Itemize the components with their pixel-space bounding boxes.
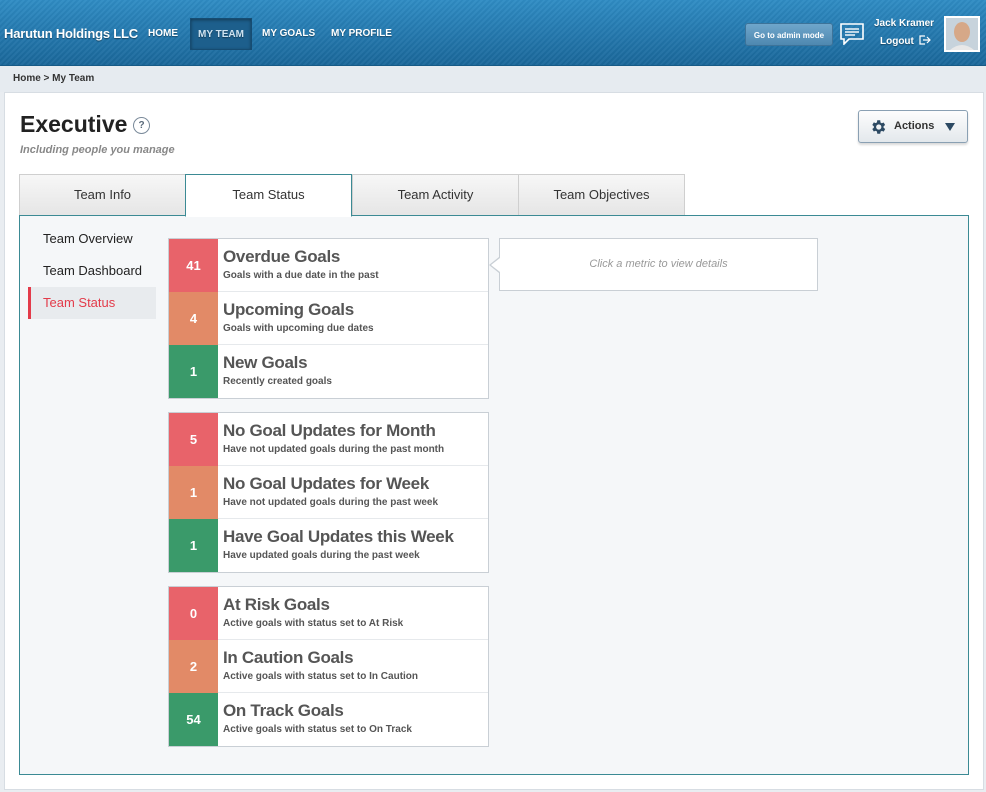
admin-mode-button[interactable]: Go to admin mode: [745, 23, 833, 46]
tab-team-objectives[interactable]: Team Objectives: [518, 174, 685, 216]
metric-no-updates-week[interactable]: 1 No Goal Updates for Week Have not upda…: [169, 466, 488, 519]
tab-team-status[interactable]: Team Status: [185, 174, 352, 217]
metric-upcoming-goals[interactable]: 4 Upcoming Goals Goals with upcoming due…: [169, 292, 488, 345]
actions-label: Actions: [894, 120, 935, 132]
sidebar-item-team-status[interactable]: Team Status: [28, 287, 156, 319]
metric-description: Have not updated goals during the past w…: [223, 497, 439, 508]
metric-title: No Goal Updates for Month: [223, 421, 436, 440]
sidebar-item-team-dashboard[interactable]: Team Dashboard: [28, 255, 156, 287]
metric-description: Recently created goals: [223, 376, 332, 387]
metric-group-due-dates: 41 Overdue Goals Goals with a due date i…: [168, 238, 489, 399]
nav-home[interactable]: HOME: [141, 18, 185, 50]
logout-icon: [919, 35, 931, 45]
metric-updates-this-week[interactable]: 1 Have Goal Updates this Week Have updat…: [169, 519, 488, 572]
brand-name[interactable]: Harutun Holdings LLC: [4, 26, 138, 41]
actions-button[interactable]: Actions: [858, 110, 968, 143]
metric-description: Active goals with status set to On Track: [223, 724, 412, 735]
metric-title: Upcoming Goals: [223, 300, 354, 319]
metric-group-status: 0 At Risk Goals Active goals with status…: [168, 586, 489, 747]
nav-my-profile[interactable]: MY PROFILE: [324, 18, 399, 50]
metric-on-track-goals[interactable]: 54 On Track Goals Active goals with stat…: [169, 693, 488, 746]
tab-team-info[interactable]: Team Info: [19, 174, 186, 216]
metric-count: 41: [169, 239, 218, 292]
metric-count: 2: [169, 640, 218, 693]
user-name[interactable]: Jack Kramer: [874, 18, 934, 29]
metric-new-goals[interactable]: 1 New Goals Recently created goals: [169, 345, 488, 398]
main-panel: Executive ? Including people you manage …: [4, 92, 984, 790]
metric-description: Have updated goals during the past week: [223, 550, 420, 561]
user-avatar[interactable]: [944, 16, 980, 52]
metric-title: New Goals: [223, 353, 308, 372]
metric-title: On Track Goals: [223, 701, 344, 720]
avatar-portrait-icon: [946, 18, 978, 50]
metric-no-updates-month[interactable]: 5 No Goal Updates for Month Have not upd…: [169, 413, 488, 466]
logout-label: Logout: [880, 36, 914, 47]
metric-description: Active goals with status set to At Risk: [223, 618, 404, 629]
metric-count: 0: [169, 587, 218, 640]
metric-count: 4: [169, 292, 218, 345]
gear-icon: [872, 120, 886, 134]
metric-count: 5: [169, 413, 218, 466]
nav-my-team[interactable]: MY TEAM: [190, 18, 252, 50]
page-title: Executive: [20, 111, 128, 137]
metric-group-updates: 5 No Goal Updates for Month Have not upd…: [168, 412, 489, 573]
nav-my-goals[interactable]: MY GOALS: [255, 18, 322, 50]
metric-description: Goals with a due date in the past: [223, 270, 379, 281]
tab-content: Team Overview Team Dashboard Team Status…: [19, 215, 969, 775]
metric-description: Goals with upcoming due dates: [223, 323, 374, 334]
metric-title: No Goal Updates for Week: [223, 474, 429, 493]
metric-at-risk-goals[interactable]: 0 At Risk Goals Active goals with status…: [169, 587, 488, 640]
metric-in-caution-goals[interactable]: 2 In Caution Goals Active goals with sta…: [169, 640, 488, 693]
metric-count: 1: [169, 519, 218, 572]
detail-pointer-inner: [491, 258, 500, 272]
chevron-down-icon: [945, 123, 955, 131]
breadcrumb[interactable]: Home > My Team: [0, 66, 986, 92]
logout-link[interactable]: Logout: [880, 35, 931, 47]
metric-title: Overdue Goals: [223, 247, 341, 266]
top-navigation-bar: Harutun Holdings LLC HOME MY TEAM MY GOA…: [0, 0, 986, 66]
metric-title: At Risk Goals: [223, 595, 330, 614]
metric-title: In Caution Goals: [223, 648, 354, 667]
page-subtitle: Including people you manage: [20, 144, 175, 156]
help-icon[interactable]: ?: [133, 117, 150, 134]
tab-team-activity[interactable]: Team Activity: [352, 174, 519, 216]
metric-count: 1: [169, 345, 218, 398]
sidebar-item-team-overview[interactable]: Team Overview: [28, 223, 156, 255]
metric-description: Have not updated goals during the past m…: [223, 444, 445, 455]
messages-icon[interactable]: [840, 23, 864, 45]
metric-count: 1: [169, 466, 218, 519]
metric-overdue-goals[interactable]: 41 Overdue Goals Goals with a due date i…: [169, 239, 488, 292]
metric-detail-panel: Click a metric to view details: [499, 238, 818, 291]
metric-count: 54: [169, 693, 218, 746]
metric-title: Have Goal Updates this Week: [223, 527, 454, 546]
metric-description: Active goals with status set to In Cauti…: [223, 671, 419, 682]
